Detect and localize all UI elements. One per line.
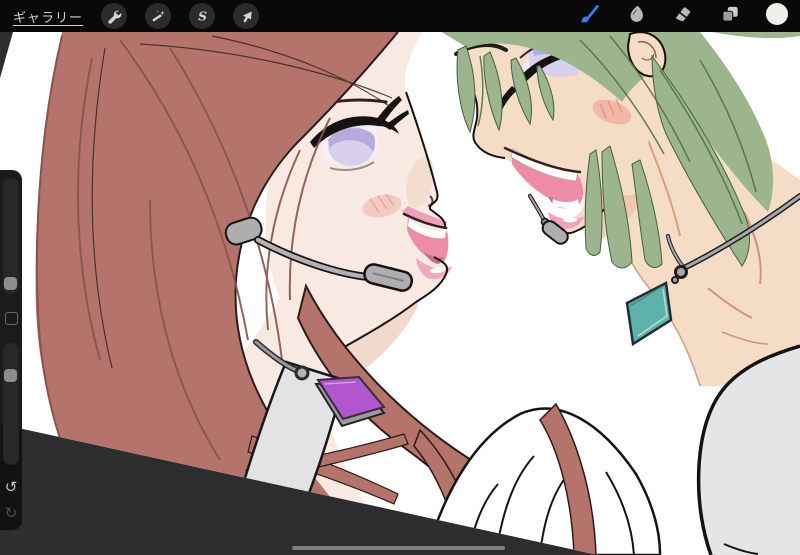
canvas-scrollbar[interactable] xyxy=(292,546,505,550)
magic-wand-icon xyxy=(151,9,166,24)
arrow-cursor-icon xyxy=(239,9,254,24)
adjustments-button[interactable] xyxy=(145,3,172,29)
color-swatch-circle xyxy=(765,2,789,31)
brush-size-handle[interactable] xyxy=(4,276,17,290)
undo-button[interactable]: ↺ xyxy=(0,476,22,498)
procreate-window: ギャラリー S ↺ ↻ xyxy=(0,0,800,555)
eraser-tool-button[interactable] xyxy=(668,1,698,31)
gallery-button[interactable]: ギャラリー xyxy=(13,7,83,26)
modify-button[interactable] xyxy=(5,312,18,325)
color-button[interactable] xyxy=(762,1,792,31)
left-sidebar: ↺ ↻ xyxy=(0,170,22,530)
layers-icon xyxy=(719,3,741,30)
smudge-finger-icon xyxy=(625,3,647,30)
s-curve-icon: S xyxy=(195,9,210,24)
drawing-canvas[interactable] xyxy=(0,0,800,555)
layers-button[interactable] xyxy=(715,1,745,31)
top-toolbar: ギャラリー S xyxy=(0,0,800,32)
brush-icon xyxy=(578,3,600,30)
transform-button[interactable] xyxy=(233,3,260,29)
actions-button[interactable] xyxy=(101,3,128,29)
eraser-icon xyxy=(672,3,694,30)
paint-tool-button[interactable] xyxy=(574,1,604,31)
selection-button[interactable]: S xyxy=(189,3,216,29)
brush-size-slider[interactable] xyxy=(3,178,19,294)
brush-opacity-slider[interactable] xyxy=(3,343,19,465)
wrench-icon xyxy=(107,9,122,24)
svg-text:S: S xyxy=(198,9,207,23)
brush-opacity-handle[interactable] xyxy=(4,368,17,382)
redo-button[interactable]: ↻ xyxy=(0,502,22,524)
smudge-tool-button[interactable] xyxy=(621,1,651,31)
